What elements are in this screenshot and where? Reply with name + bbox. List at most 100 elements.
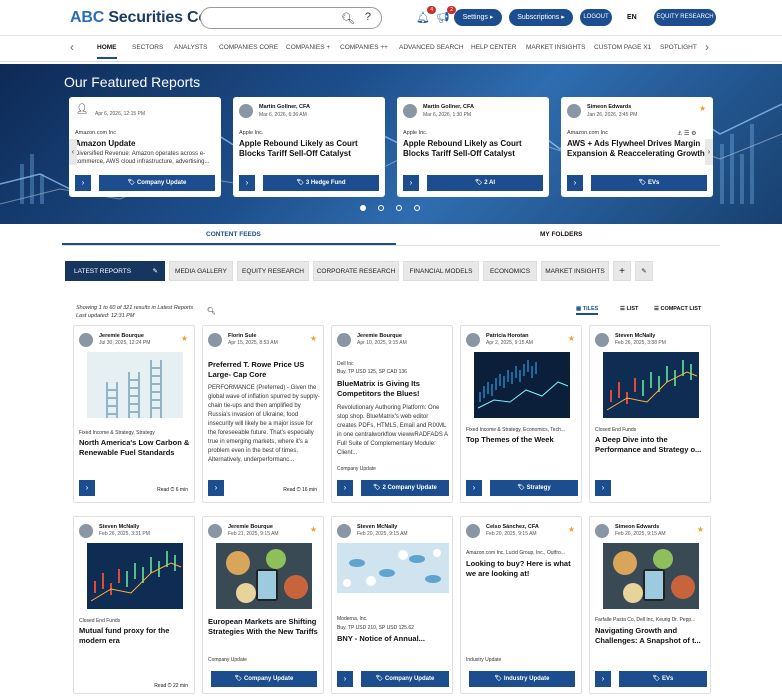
card-title[interactable]: Preferred T. Rowe Price US Large- Cap Co… (208, 360, 320, 380)
open-report-button[interactable]: › (208, 480, 224, 496)
card-title[interactable]: A Deep Dive into the Performance and Str… (595, 435, 707, 455)
carousel-dot[interactable] (396, 205, 402, 211)
report-card[interactable]: Celso Sánchez, CFA Feb 20, 2025, 9:15 AM… (460, 516, 582, 694)
star-icon[interactable]: ★ (310, 525, 317, 534)
view-compact-list-button[interactable]: ☰ COMPACT LIST (654, 306, 701, 312)
card-title[interactable]: Apple Rebound Likely as Court Blocks Tar… (403, 139, 543, 159)
nav-item-spotlight[interactable]: SPOTLIGHT (660, 44, 697, 51)
bell-icon[interactable]: 🔔︎ 4 (416, 6, 436, 24)
featured-card[interactable]: Martin Gollner, CFA Mar 6, 2026, 1:30 PM… (397, 97, 549, 197)
add-chip-icon[interactable]: + (613, 261, 631, 281)
card-author[interactable]: Jeremie Bourque (99, 333, 144, 339)
card-title[interactable]: BNY - Notice of Annual... (337, 634, 449, 644)
featured-card[interactable]: Martin Gollner, CFA Mar 6, 2026, 6:36 AM… (233, 97, 385, 197)
carousel-dot[interactable] (360, 205, 366, 211)
view-list-button[interactable]: ☰ LIST (620, 306, 638, 312)
card-title[interactable]: Looking to buy? Here is what we are look… (466, 559, 578, 579)
card-title[interactable]: BlueMatrix is Giving Its Competitors the… (337, 379, 449, 399)
edit-chips-icon[interactable]: ✎ (635, 261, 653, 281)
report-card[interactable]: Jeremie Bourque Jul 30, 2025, 12:24 PM ★… (73, 325, 195, 503)
open-report-button[interactable]: › (403, 175, 419, 191)
open-report-button[interactable]: › (337, 480, 353, 496)
tag-button[interactable]: 🏷︎ 2 Company Update (361, 480, 449, 496)
report-card[interactable]: Florin Sule Apr 15, 2025, 8:53 AM ★ Pref… (202, 325, 324, 503)
chip-market-insights[interactable]: MARKET INSIGHTS (541, 261, 609, 281)
star-icon[interactable]: ★ (697, 525, 704, 534)
search-input[interactable]: 🔍︎ ? (200, 7, 382, 29)
tag-button[interactable]: 🏷︎ EVs (619, 671, 707, 687)
nav-item-companies-plus[interactable]: COMPANIES + (286, 44, 330, 51)
star-icon[interactable]: ★ (568, 334, 575, 343)
tab-content-feeds[interactable]: CONTENT FEEDS (206, 231, 261, 238)
nav-item-home[interactable]: HOME (97, 44, 117, 59)
carousel-dot[interactable] (414, 205, 420, 211)
open-report-button[interactable]: › (595, 480, 611, 496)
open-report-button[interactable]: › (79, 480, 95, 496)
tab-my-folders[interactable]: MY FOLDERS (540, 231, 583, 238)
tag-button[interactable]: 🏷︎ EVs (591, 175, 707, 191)
tag-button[interactable]: 🏷︎ Strategy (490, 480, 578, 496)
featured-card[interactable]: Simeon Edwards Jan 26, 2026, 3:45 PM ★ A… (561, 97, 713, 197)
tag-button[interactable]: 🏷︎ 2 AI (427, 175, 543, 191)
card-author[interactable]: Simeon Edwards (615, 524, 659, 530)
subscriptions-button[interactable]: Subscriptions ▸ (509, 9, 573, 26)
card-author[interactable]: Jeremie Bourque (357, 333, 402, 339)
card-title[interactable]: North America's Low Carbon & Renewable F… (79, 438, 191, 458)
card-author[interactable]: Patricia Horotan (486, 333, 528, 339)
card-author[interactable]: Steven McNally (615, 333, 655, 339)
star-icon[interactable]: ★ (568, 525, 575, 534)
nav-left-arrow-icon[interactable]: ‹ (70, 40, 74, 54)
open-report-button[interactable]: › (337, 671, 353, 687)
settings-button[interactable]: Settings ▸ (454, 9, 502, 26)
chip-media-gallery[interactable]: MEDIA GALLERY (169, 261, 233, 281)
report-card[interactable]: Jeremie Bourque Feb 21, 2025, 9:15 AM ★ … (202, 516, 324, 694)
nav-item-help-center[interactable]: HELP CENTER (471, 44, 516, 51)
card-author[interactable]: Martin Gollner, CFA (259, 104, 310, 110)
language-selector[interactable]: EN (627, 14, 637, 21)
search-icon[interactable]: 🔍︎ (207, 307, 216, 315)
card-author[interactable]: Florin Sule (228, 333, 256, 339)
logout-button[interactable]: LOGOUT (580, 9, 612, 26)
featured-card[interactable]: 👤︎ Apr 6, 2026, 12:15 PM Amazon.com Inc … (69, 97, 221, 197)
carousel-dot[interactable] (378, 205, 384, 211)
star-icon[interactable]: ★ (181, 334, 188, 343)
carousel-next-icon[interactable]: › (705, 139, 713, 165)
open-report-button[interactable]: › (567, 175, 583, 191)
report-card[interactable]: Steven McNally Feb 26, 2025, 3:38 PM Clo… (589, 325, 711, 503)
nav-item-companies-plus-plus[interactable]: COMPANIES ++ (340, 44, 388, 51)
card-author[interactable]: Steven McNally (99, 524, 139, 530)
chip-latest-reports[interactable]: LATEST REPORTS ✎ (65, 261, 165, 281)
card-title[interactable]: Amazon Update (75, 139, 215, 149)
card-title[interactable]: Top Themes of the Week (466, 435, 578, 445)
tag-button[interactable]: 🏷︎ Company Update (211, 671, 317, 687)
report-card[interactable]: Simeon Edwards Feb 20, 2025, 9:15 AM ★ F… (589, 516, 711, 694)
chip-equity-research[interactable]: EQUITY RESEARCH (237, 261, 309, 281)
star-icon[interactable]: ★ (310, 334, 317, 343)
view-tiles-button[interactable]: ▦ TILES (576, 306, 599, 315)
open-report-button[interactable]: › (466, 480, 482, 496)
equity-research-button[interactable]: EQUITY RESEARCH (654, 9, 716, 26)
megaphone-icon[interactable]: 📢︎ 2 (436, 6, 456, 24)
chip-financial-models[interactable]: FINANCIAL MODELS (403, 261, 479, 281)
nav-right-arrow-icon[interactable]: › (705, 40, 709, 54)
chip-corporate-research[interactable]: CORPORATE RESEARCH (313, 261, 399, 281)
chip-economics[interactable]: ECONOMICS (483, 261, 537, 281)
nav-item-companies-core[interactable]: COMPANIES CORE (219, 44, 278, 51)
card-title[interactable]: Mutual fund proxy for the modern era (79, 626, 191, 646)
open-report-button[interactable]: › (239, 175, 255, 191)
card-title[interactable]: Apple Rebound Likely as Court Blocks Tar… (239, 139, 379, 159)
nav-item-sectors[interactable]: SECTORS (132, 44, 163, 51)
brand-logo[interactable]: ABC Securities Co. (70, 9, 212, 27)
nav-item-custom-page[interactable]: CUSTOM PAGE X1 (594, 44, 651, 51)
edit-icon[interactable]: ✎ (153, 262, 158, 282)
search-icon[interactable]: 🔍︎ (341, 12, 355, 25)
nav-item-analysts[interactable]: ANALYSTS (174, 44, 207, 51)
card-title[interactable]: European Markets are Shifting Strategies… (208, 617, 320, 637)
card-author[interactable]: Celso Sánchez, CFA (486, 524, 539, 530)
carousel-prev-icon[interactable]: ‹ (69, 139, 77, 165)
card-author[interactable]: Jeremie Bourque (228, 524, 273, 530)
card-actions-icons[interactable]: ⚓︎ ☰ ⚙︎ (677, 130, 696, 137)
card-title[interactable]: Navigating Growth and Challenges: A Snap… (595, 626, 707, 646)
tag-button[interactable]: 🏷︎ 3 Hedge Fund (263, 175, 379, 191)
star-icon[interactable]: ★ (699, 104, 706, 113)
